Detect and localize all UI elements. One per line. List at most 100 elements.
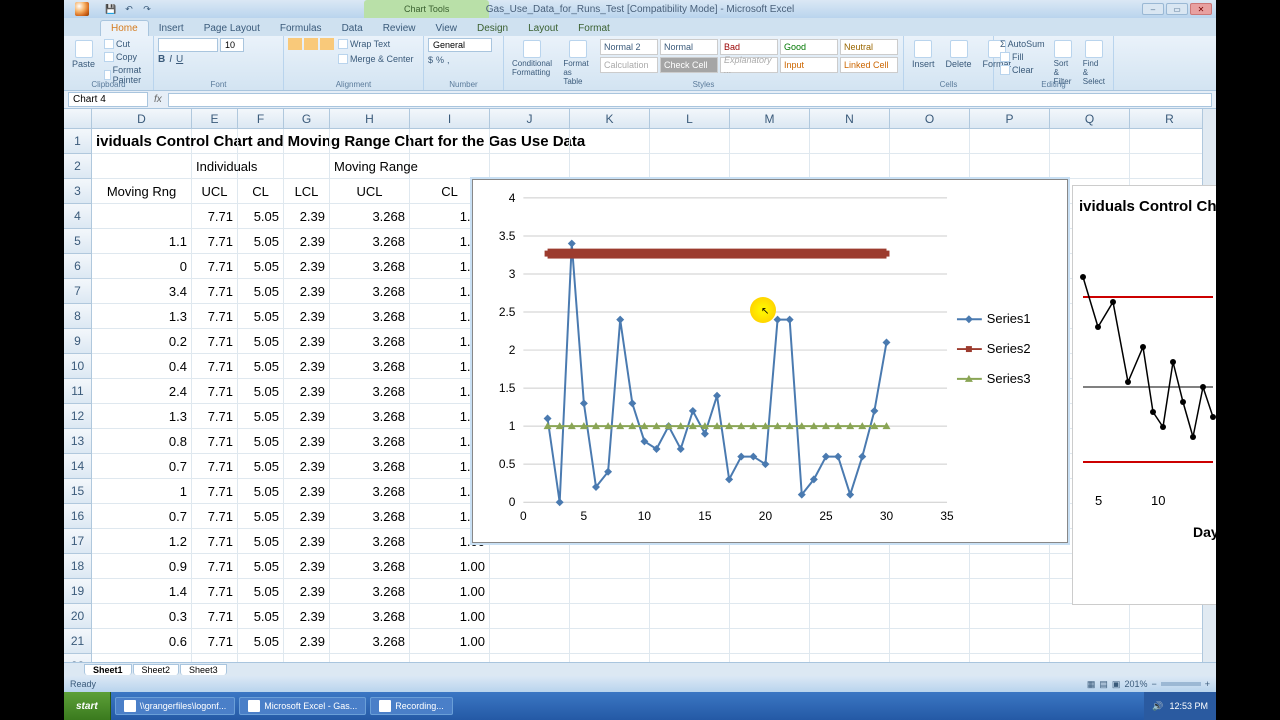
cell[interactable]: 2.39 [284,554,330,579]
cell-styles-gallery[interactable]: Normal 2 Normal Bad Good Neutral Calcula… [599,38,899,74]
cell[interactable] [1050,129,1130,154]
cell[interactable]: 3.268 [330,304,410,329]
cell[interactable]: 5.05 [238,479,284,504]
cell[interactable]: 7.71 [192,579,238,604]
cell[interactable]: 3.268 [330,479,410,504]
row-header[interactable]: 9 [64,329,92,354]
style-linked[interactable]: Linked Cell [840,57,898,73]
col-header-I[interactable]: I [410,109,490,128]
cell[interactable]: 5.05 [238,379,284,404]
embedded-chart[interactable]: 00.511.522.533.5405101520253035Series1Se… [472,179,1068,543]
cell[interactable] [730,554,810,579]
cell[interactable]: 1.3 [92,404,192,429]
cell[interactable]: 2.39 [284,654,330,662]
cell[interactable]: 5.05 [238,429,284,454]
cell[interactable]: 1.4 [92,579,192,604]
cell[interactable] [650,604,730,629]
row-header[interactable]: 8 [64,304,92,329]
cell[interactable] [570,654,650,662]
align-middle-icon[interactable] [304,38,318,50]
row-header[interactable]: 7 [64,279,92,304]
cell[interactable] [810,629,890,654]
tab-design[interactable]: Design [467,21,518,36]
maximize-button[interactable]: ▭ [1166,3,1188,15]
cell[interactable] [410,154,490,179]
cell[interactable]: UCL [192,179,238,204]
cell[interactable]: 7.71 [192,654,238,662]
cell[interactable] [192,129,238,154]
tab-home[interactable]: Home [100,20,149,36]
cell[interactable] [650,629,730,654]
col-header-K[interactable]: K [570,109,650,128]
tab-insert[interactable]: Insert [149,21,194,36]
align-center-icon[interactable] [304,53,318,65]
cell[interactable] [410,129,490,154]
col-header-L[interactable]: L [650,109,730,128]
view-break-icon[interactable]: ▣ [1112,679,1121,690]
cell[interactable]: 2.39 [284,204,330,229]
col-header-J[interactable]: J [490,109,570,128]
row-header[interactable]: 14 [64,454,92,479]
currency-icon[interactable]: $ [428,55,433,65]
cell[interactable]: 2.39 [284,479,330,504]
tab-format[interactable]: Format [568,21,620,36]
cell[interactable] [650,554,730,579]
cell[interactable] [970,129,1050,154]
cell[interactable]: 1.00 [410,579,490,604]
cell[interactable] [570,554,650,579]
cell[interactable] [1130,629,1210,654]
style-normal[interactable]: Normal [660,39,718,55]
zoom-in-icon[interactable]: + [1205,679,1210,689]
cell[interactable] [490,154,570,179]
cell[interactable] [490,604,570,629]
cell[interactable]: 3.268 [330,554,410,579]
cell[interactable]: 2.39 [284,279,330,304]
style-neutral[interactable]: Neutral [840,39,898,55]
col-header-P[interactable]: P [970,109,1050,128]
cell[interactable]: 5.05 [238,554,284,579]
cell[interactable]: 5.05 [238,304,284,329]
cell[interactable]: 0.6 [92,654,192,662]
cell[interactable]: CL [238,179,284,204]
zoom-out-icon[interactable]: − [1151,679,1156,689]
cell[interactable]: 3.268 [330,354,410,379]
cell[interactable]: 3.4 [92,279,192,304]
cell[interactable] [490,129,570,154]
cell[interactable] [1130,154,1210,179]
cell[interactable]: 3.268 [330,529,410,554]
cut-button[interactable]: Cut [102,38,149,50]
cell[interactable]: 2.39 [284,379,330,404]
cell[interactable] [890,554,970,579]
cell[interactable]: 3.268 [330,204,410,229]
tab-formulas[interactable]: Formulas [270,21,332,36]
align-bottom-icon[interactable] [320,38,334,50]
cell[interactable]: 5.05 [238,279,284,304]
cell[interactable] [490,554,570,579]
cell[interactable]: 5.05 [238,654,284,662]
style-check-cell[interactable]: Check Cell [660,57,718,73]
cell[interactable]: 2.4 [92,379,192,404]
cell[interactable]: 7.71 [192,254,238,279]
align-left-icon[interactable] [288,53,302,65]
cell[interactable]: 7.71 [192,529,238,554]
row-header[interactable]: 20 [64,604,92,629]
cell[interactable] [92,154,192,179]
cell[interactable] [1050,154,1130,179]
cell[interactable] [730,154,810,179]
cell[interactable]: 2.39 [284,229,330,254]
cell[interactable]: 2.39 [284,254,330,279]
cell[interactable]: 3.268 [330,229,410,254]
row-header[interactable]: 15 [64,479,92,504]
cell[interactable] [970,654,1050,662]
cell[interactable] [650,579,730,604]
cell[interactable]: 0.7 [92,454,192,479]
style-input[interactable]: Input [780,57,838,73]
number-format-select[interactable] [428,38,492,52]
cell[interactable] [284,129,330,154]
tab-review[interactable]: Review [373,21,426,36]
close-button[interactable]: ✕ [1190,3,1212,15]
cell[interactable]: 0.7 [92,504,192,529]
cell[interactable]: 2.39 [284,604,330,629]
cell[interactable] [1050,654,1130,662]
cell[interactable]: 0.3 [92,604,192,629]
